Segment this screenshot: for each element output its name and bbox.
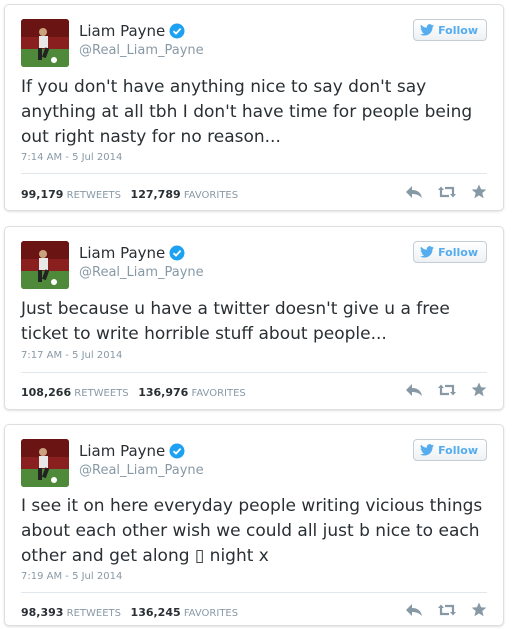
reply-icon[interactable] [405,602,423,621]
retweet-icon[interactable] [437,382,457,401]
favorite-star-icon[interactable] [471,184,487,203]
twitter-bird-icon [420,444,435,456]
retweet-count[interactable]: 99,179 [21,188,63,201]
favorites-label: FAVORITES [183,190,239,201]
divider [21,173,487,174]
favorite-count[interactable]: 136,245 [131,606,181,619]
tweet-actions [405,602,487,621]
tweet-card: Liam Payne @Real_Liam_Payne Follow Just … [4,226,504,410]
avatar[interactable] [21,241,69,289]
twitter-bird-icon [420,246,435,258]
favorite-count[interactable]: 136,976 [138,386,188,399]
favorite-count[interactable]: 127,789 [131,188,181,201]
tweet-stats: 108,266 RETWEETS 136,976 FAVORITES [21,386,246,399]
divider [21,372,487,373]
retweets-label: RETWEETS [66,608,121,619]
favorite-star-icon[interactable] [471,382,487,401]
reply-icon[interactable] [405,184,423,203]
tweet-timestamp[interactable]: 7:17 AM - 5 Jul 2014 [21,350,122,361]
twitter-bird-icon [420,24,435,36]
display-name[interactable]: Liam Payne [79,22,185,43]
display-name[interactable]: Liam Payne [79,442,185,463]
tweet-text: If you don't have anything nice to say d… [21,77,478,147]
verified-badge-icon [169,245,185,265]
user-handle[interactable]: @Real_Liam_Payne [79,43,204,58]
tweet-actions [405,382,487,401]
follow-label: Follow [438,23,478,37]
tweet-text: I see it on here everyday people writing… [21,496,488,566]
follow-button[interactable]: Follow [413,439,487,461]
retweet-count[interactable]: 108,266 [21,386,71,399]
tweet-card: Liam Payne @Real_Liam_Payne Follow I see… [4,424,504,626]
retweet-icon[interactable] [437,602,457,621]
user-handle[interactable]: @Real_Liam_Payne [79,463,204,478]
tweet-timestamp[interactable]: 7:19 AM - 5 Jul 2014 [21,571,122,582]
follow-button[interactable]: Follow [413,241,487,263]
user-handle[interactable]: @Real_Liam_Payne [79,265,204,280]
follow-label: Follow [438,245,478,259]
reply-icon[interactable] [405,382,423,401]
retweet-icon[interactable] [437,184,457,203]
avatar[interactable] [21,439,69,487]
tweet-stats: 99,179 RETWEETS 127,789 FAVORITES [21,188,238,201]
tweet-feed: Liam Payne @Real_Liam_Payne Follow If yo… [0,0,512,629]
tweet-card: Liam Payne @Real_Liam_Payne Follow If yo… [4,4,504,211]
follow-button[interactable]: Follow [413,19,487,41]
tweet-text: Just because u have a twitter doesn't gi… [21,299,456,344]
tweet-timestamp[interactable]: 7:14 AM - 5 Jul 2014 [21,152,122,163]
follow-label: Follow [438,443,478,457]
verified-badge-icon [169,443,185,463]
retweets-label: RETWEETS [66,190,121,201]
avatar[interactable] [21,19,69,67]
divider [21,592,487,593]
verified-badge-icon [169,23,185,43]
favorite-star-icon[interactable] [471,602,487,621]
display-name[interactable]: Liam Payne [79,244,185,265]
retweet-count[interactable]: 98,393 [21,606,63,619]
favorites-label: FAVORITES [191,388,246,399]
favorites-label: FAVORITES [183,608,239,619]
tweet-actions [405,184,487,203]
retweets-label: RETWEETS [74,388,129,399]
tweet-stats: 98,393 RETWEETS 136,245 FAVORITES [21,606,238,619]
